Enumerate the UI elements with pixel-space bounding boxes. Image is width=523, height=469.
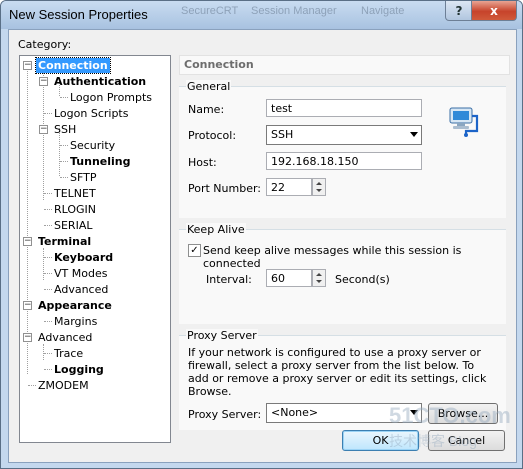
tree-item-logon-prompts[interactable]: Logon Prompts bbox=[68, 90, 154, 105]
dialog-client-area: Category: − Connection − Authentication … bbox=[8, 29, 517, 463]
category-tree[interactable]: − Connection − Authentication Logon Prom… bbox=[19, 55, 171, 443]
tree-connector bbox=[43, 72, 44, 200]
tree-item-telnet[interactable]: TELNET bbox=[52, 186, 98, 201]
spin-up-icon[interactable] bbox=[316, 273, 322, 276]
tree-item-rlogin[interactable]: RLOGIN bbox=[52, 202, 98, 217]
window-title: New Session Properties bbox=[9, 7, 148, 22]
tree-item-logging[interactable]: Logging bbox=[52, 362, 106, 377]
keepalive-checkbox[interactable]: ✓ bbox=[188, 244, 201, 257]
tree-item-zmodem[interactable]: ZMODEM bbox=[36, 378, 91, 393]
interval-label: Interval: bbox=[206, 273, 252, 286]
tree-connector bbox=[44, 193, 52, 194]
tree-connector bbox=[44, 369, 52, 370]
tree-connector bbox=[44, 209, 52, 210]
proxy-description: If your network is configured to use a p… bbox=[188, 346, 487, 398]
tree-item-connection[interactable]: Connection bbox=[35, 57, 111, 74]
tree-item-terminal[interactable]: Terminal bbox=[36, 234, 93, 249]
spin-down-icon[interactable] bbox=[316, 280, 322, 283]
port-input[interactable]: 22 bbox=[266, 178, 312, 196]
protocol-value: SSH bbox=[271, 128, 294, 141]
network-computer-icon bbox=[449, 107, 479, 137]
keepalive-group-title: Keep Alive bbox=[186, 223, 246, 236]
tree-item-sftp[interactable]: SFTP bbox=[68, 170, 98, 185]
tree-connector bbox=[60, 97, 68, 98]
tree-item-ssh[interactable]: SSH bbox=[52, 122, 78, 137]
proxy-group-title: Proxy Server bbox=[186, 329, 258, 342]
tree-connector bbox=[44, 113, 52, 114]
collapse-authentication-icon[interactable]: − bbox=[39, 77, 48, 86]
help-button[interactable]: ? bbox=[445, 1, 473, 21]
tree-connector bbox=[60, 177, 68, 178]
collapse-advanced-icon[interactable]: − bbox=[23, 333, 32, 342]
tree-connector bbox=[43, 248, 44, 280]
tree-item-advanced[interactable]: Advanced bbox=[36, 330, 94, 345]
spin-down-icon[interactable] bbox=[316, 189, 322, 192]
interval-unit: Second(s) bbox=[335, 273, 390, 286]
tree-connector bbox=[43, 344, 44, 360]
tree-connector bbox=[44, 257, 52, 258]
background-tab: Navigate bbox=[361, 5, 405, 17]
collapse-appearance-icon[interactable]: − bbox=[23, 301, 32, 310]
dialog-window: New Session Properties SecureCRT Session… bbox=[0, 0, 523, 469]
port-stepper[interactable] bbox=[312, 178, 326, 196]
proxy-server-label: Proxy Server: bbox=[188, 408, 262, 421]
tree-connector bbox=[44, 273, 52, 274]
name-label: Name: bbox=[188, 103, 225, 116]
tree-connector bbox=[44, 289, 52, 290]
tree-item-vt-modes[interactable]: VT Modes bbox=[52, 266, 109, 281]
panel-header: Connection bbox=[179, 55, 510, 75]
tree-item-serial[interactable]: SERIAL bbox=[52, 218, 94, 233]
keepalive-checkbox-label[interactable]: Send keep alive messages while this sess… bbox=[203, 244, 506, 270]
watermark: 51CTO.com bbox=[389, 403, 511, 428]
tree-connector bbox=[60, 161, 68, 162]
tree-item-authentication[interactable]: Authentication bbox=[52, 74, 148, 89]
collapse-connection-icon[interactable]: − bbox=[23, 61, 32, 70]
tree-connector bbox=[44, 225, 52, 226]
port-label: Port Number: bbox=[188, 182, 262, 195]
watermark-subtitle: 技术博客 Blog bbox=[389, 433, 477, 449]
tree-item-security[interactable]: Security bbox=[68, 138, 117, 153]
tree-connector bbox=[44, 321, 52, 322]
tree-connector bbox=[60, 145, 68, 146]
background-tab: Session Manager bbox=[251, 5, 337, 17]
tree-item-appearance[interactable]: Appearance bbox=[36, 298, 114, 313]
tree-item-tunneling[interactable]: Tunneling bbox=[68, 154, 133, 169]
close-button[interactable]: x bbox=[471, 1, 517, 21]
collapse-terminal-icon[interactable]: − bbox=[23, 237, 32, 246]
collapse-ssh-icon[interactable]: − bbox=[39, 125, 48, 134]
protocol-select[interactable]: SSH bbox=[266, 125, 422, 145]
general-group: General Name: test Protocol: SSH Host: 1… bbox=[179, 80, 506, 218]
general-group-title: General bbox=[186, 80, 232, 93]
proxy-server-value: <None> bbox=[271, 406, 319, 419]
settings-panel: Connection General Name: test Protocol: … bbox=[179, 55, 510, 441]
tree-item-trace[interactable]: Trace bbox=[52, 346, 85, 361]
tree-item-logon-scripts[interactable]: Logon Scripts bbox=[52, 106, 130, 121]
background-tab: SecureCRT bbox=[181, 5, 239, 17]
tree-item-keyboard[interactable]: Keyboard bbox=[52, 250, 115, 265]
tree-connector bbox=[27, 66, 28, 374]
host-input[interactable]: 192.168.18.150 bbox=[266, 152, 422, 170]
interval-stepper[interactable] bbox=[312, 269, 326, 287]
tree-item-terminal-advanced[interactable]: Advanced bbox=[52, 282, 110, 297]
interval-input[interactable]: 60 bbox=[266, 269, 312, 287]
name-input[interactable]: test bbox=[266, 99, 422, 117]
tree-connector bbox=[28, 385, 36, 386]
keepalive-group: Keep Alive ✓ Send keep alive messages wh… bbox=[179, 223, 506, 324]
chevron-down-icon bbox=[410, 132, 418, 137]
protocol-label: Protocol: bbox=[188, 129, 237, 142]
title-bar[interactable]: New Session Properties SecureCRT Session… bbox=[1, 1, 522, 29]
tree-item-margins[interactable]: Margins bbox=[52, 314, 99, 329]
tree-connector bbox=[44, 353, 52, 354]
host-label: Host: bbox=[188, 156, 217, 169]
category-label: Category: bbox=[18, 38, 72, 51]
spin-up-icon[interactable] bbox=[316, 182, 322, 185]
